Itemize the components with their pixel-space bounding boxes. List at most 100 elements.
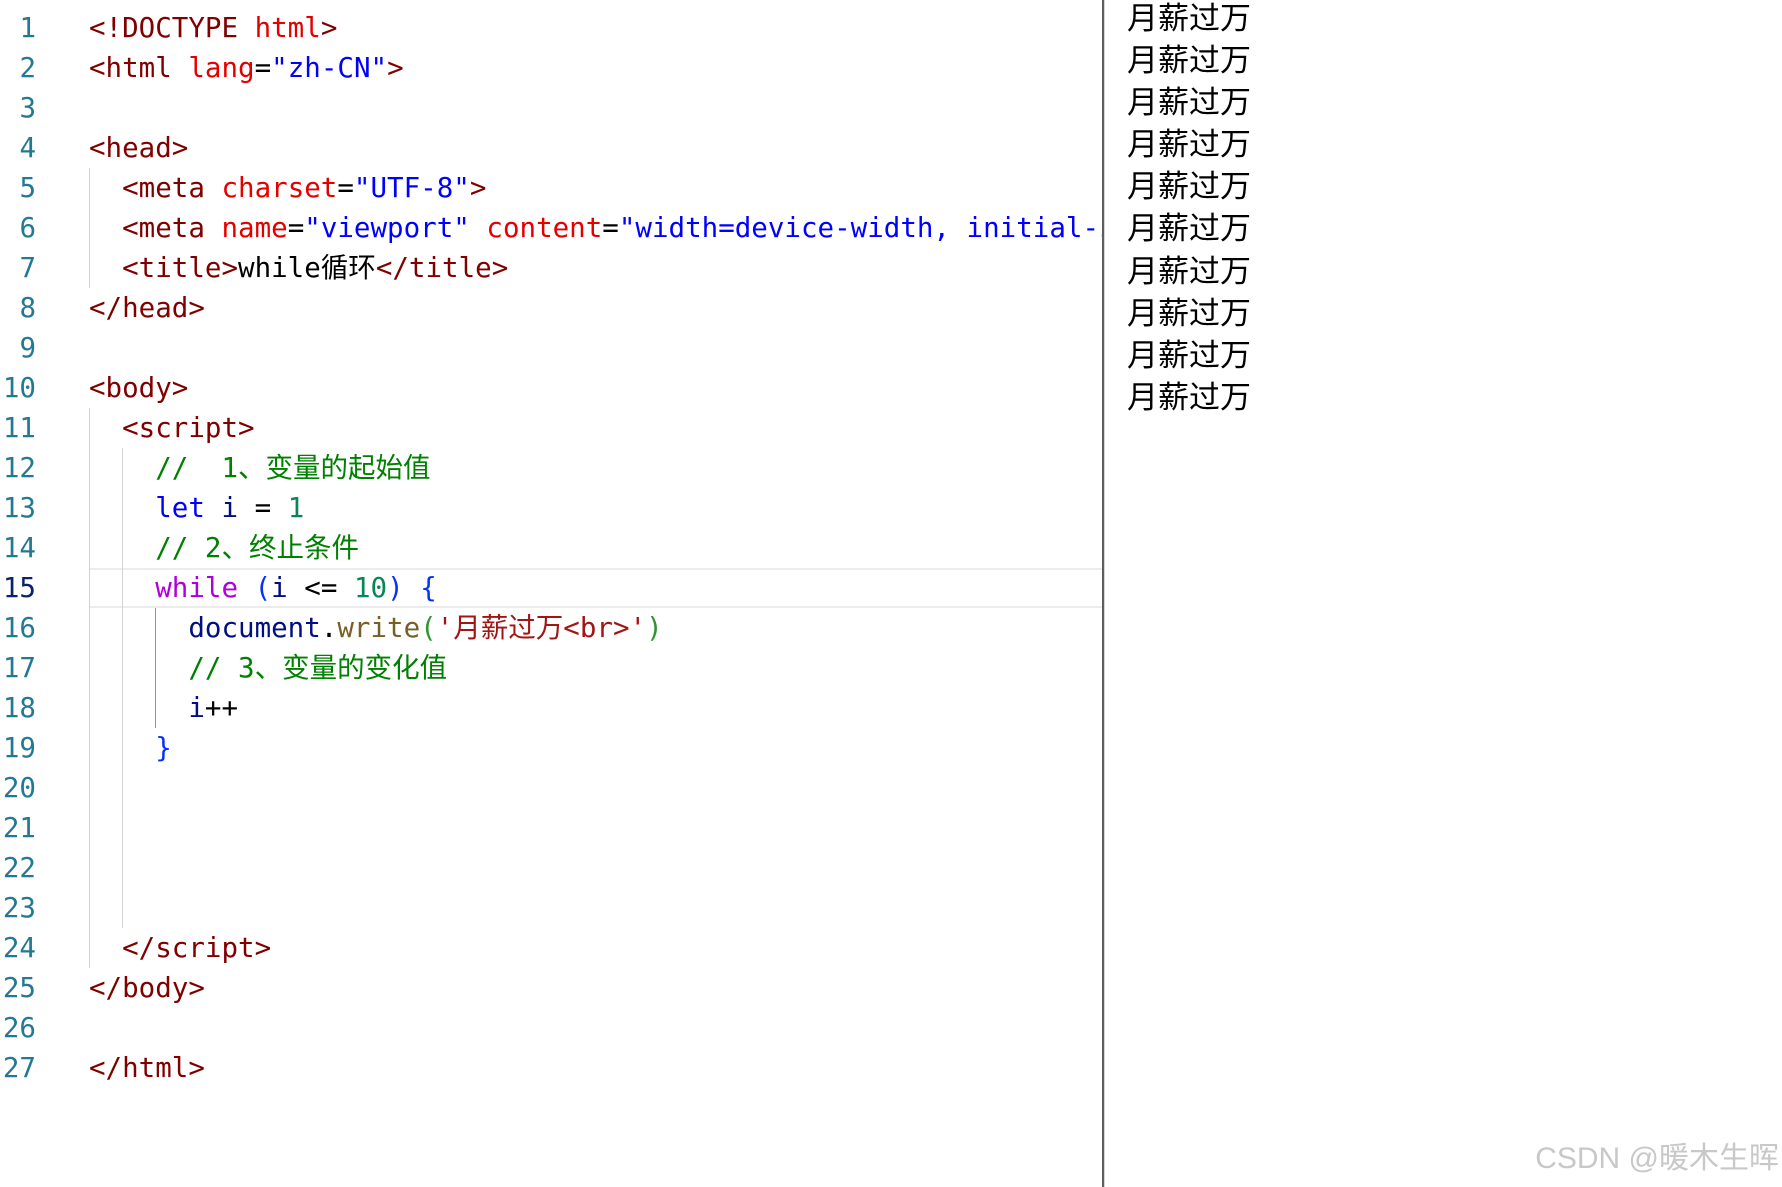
- code-token-tag: <script>: [89, 412, 255, 444]
- code-line[interactable]: [89, 848, 1102, 888]
- code-token-func: write: [337, 612, 421, 644]
- output-line: 月薪过万: [1127, 379, 1251, 415]
- code-line[interactable]: [89, 768, 1102, 808]
- code-token-bracket2: ): [646, 612, 663, 644]
- watermark: CSDN @暖木生晖: [1535, 1142, 1779, 1175]
- line-number-gutter: 1 2 3 4 5 6 7 8 9 10 11 12 13 14 15 16 17 18 19 20 21 22 23 24 2…: [0, 8, 36, 1088]
- code-token-tag: >: [320, 12, 338, 44]
- output-line: 月薪过万: [1127, 337, 1251, 373]
- code-token-control: while: [89, 572, 239, 604]
- code-line[interactable]: <!DOCTYPE html>: [89, 8, 1102, 48]
- code-token-tag: <html: [89, 52, 172, 84]
- output-line: 月薪过万: [1127, 85, 1251, 121]
- code-line[interactable]: <meta charset="UTF-8">: [89, 168, 1102, 208]
- line-number: 22: [2, 852, 36, 884]
- code-line[interactable]: [89, 88, 1102, 128]
- code-token-bracket1: (: [254, 572, 272, 604]
- code-token-attr: name: [204, 212, 288, 244]
- code-token-attrval: "UTF-8": [353, 172, 470, 204]
- code-line[interactable]: <body>: [89, 368, 1102, 408]
- code-token-attr: charset: [204, 172, 338, 204]
- code-line[interactable]: <title>while循环</title>: [89, 248, 1102, 288]
- code-line[interactable]: // 1、变量的起始值: [89, 448, 1102, 488]
- code-token-attr: content: [469, 212, 603, 244]
- code-line[interactable]: [89, 808, 1102, 848]
- code-token-tag: <title>: [89, 252, 239, 284]
- code-line[interactable]: while (i <= 10) {: [89, 568, 1102, 608]
- line-number: 13: [2, 492, 36, 524]
- code-editor[interactable]: 1 2 3 4 5 6 7 8 9 10 11 12 13 14 15 16 17 18 19 20 21 22 23 24 2…: [0, 0, 1102, 1187]
- code-line[interactable]: [89, 1008, 1102, 1048]
- code-line[interactable]: let i = 1: [89, 488, 1102, 528]
- code-token-plain: =: [287, 212, 305, 244]
- code-token-attrval: "viewport": [304, 212, 470, 244]
- code-token-plain: while循环: [238, 252, 376, 284]
- code-token-number: 10: [353, 572, 388, 604]
- code-line[interactable]: </script>: [89, 928, 1102, 968]
- code-token-tag: </title>: [375, 252, 509, 284]
- code-line[interactable]: </html>: [89, 1048, 1102, 1088]
- line-number: 17: [2, 652, 36, 684]
- code-token-variable: i: [204, 492, 239, 524]
- code-line[interactable]: [89, 888, 1102, 928]
- code-token-number: 1: [287, 492, 305, 524]
- code-token-tag: </head>: [89, 292, 205, 324]
- code-token-variable: i: [89, 692, 205, 724]
- code-token-plain: ++: [204, 692, 239, 724]
- code-token-plain: .: [320, 612, 338, 644]
- code-token-jsstring: '月薪过万<br>': [436, 612, 647, 644]
- line-number: 12: [2, 452, 36, 484]
- line-number: 10: [2, 372, 36, 404]
- line-number: 4: [19, 132, 36, 164]
- code-line[interactable]: <script>: [89, 408, 1102, 448]
- code-token-attr: lang: [171, 52, 255, 84]
- code-line[interactable]: </body>: [89, 968, 1102, 1008]
- line-number: 7: [19, 252, 36, 284]
- code-line[interactable]: }: [89, 728, 1102, 768]
- line-number: 18: [2, 692, 36, 724]
- code-token-tag: >: [387, 52, 404, 84]
- line-number: 27: [2, 1052, 36, 1084]
- line-number: 25: [2, 972, 36, 1004]
- line-number: 16: [2, 612, 36, 644]
- code-token-bracket1: ): [387, 572, 404, 604]
- output-line: 月薪过万: [1127, 211, 1251, 247]
- code-token-tag: <meta: [89, 172, 205, 204]
- code-token-tag: </body>: [89, 972, 205, 1004]
- code-token-tag: <meta: [89, 212, 205, 244]
- code-area[interactable]: <!DOCTYPE html> <html lang="zh-CN"> <head>…: [89, 8, 1102, 1088]
- code-line[interactable]: <html lang="zh-CN">: [89, 48, 1102, 88]
- line-number: 26: [2, 1012, 36, 1044]
- line-number: 15: [2, 572, 36, 604]
- code-line[interactable]: [89, 328, 1102, 368]
- code-line[interactable]: <head>: [89, 128, 1102, 168]
- code-token-attrval: "zh-CN": [271, 52, 388, 84]
- code-token-tag: >: [469, 172, 487, 204]
- code-line[interactable]: // 3、变量的变化值: [89, 648, 1102, 688]
- code-token-tag: </script>: [89, 932, 272, 964]
- code-line[interactable]: <meta name="viewport" content="width=dev…: [89, 208, 1102, 248]
- code-token-bracket2: (: [420, 612, 437, 644]
- code-token-plain: =: [602, 212, 619, 244]
- code-token-bracket1: }: [89, 732, 172, 764]
- output-line: 月薪过万: [1127, 169, 1251, 205]
- code-token-tag: <body>: [89, 372, 189, 404]
- code-token-attr: html: [238, 12, 321, 44]
- code-line[interactable]: i++: [89, 688, 1102, 728]
- code-token-keyword: let: [89, 492, 205, 524]
- line-number: 9: [19, 332, 36, 364]
- code-line[interactable]: document.write('月薪过万<br>'): [89, 608, 1102, 648]
- code-line[interactable]: </head>: [89, 288, 1102, 328]
- code-token-tag: <head>: [89, 132, 189, 164]
- line-number: 2: [19, 52, 36, 84]
- screen: 1 2 3 4 5 6 7 8 9 10 11 12 13 14 15 16 17 18 19 20 21 22 23 24 2…: [0, 0, 1782, 1187]
- line-number: 21: [2, 812, 36, 844]
- code-token-attrval: "width=device-width, initial-s: [618, 212, 1102, 244]
- line-number: 8: [19, 292, 36, 324]
- code-token-comment: // 1、变量的起始值: [89, 452, 431, 484]
- line-number: 14: [2, 532, 36, 564]
- line-number: 11: [2, 412, 36, 444]
- code-line[interactable]: // 2、终止条件: [89, 528, 1102, 568]
